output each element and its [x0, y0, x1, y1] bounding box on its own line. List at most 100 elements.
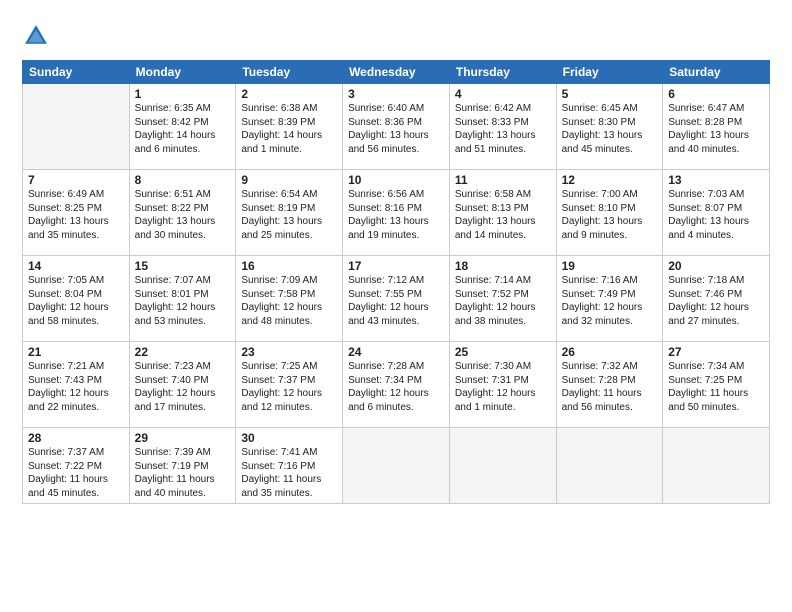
day-info: Sunrise: 7:00 AM Sunset: 8:10 PM Dayligh… — [562, 188, 658, 242]
day-info: Sunrise: 7:28 AM Sunset: 7:34 PM Dayligh… — [348, 360, 444, 414]
calendar-cell — [556, 428, 663, 504]
day-info: Sunrise: 6:49 AM Sunset: 8:25 PM Dayligh… — [28, 188, 124, 242]
day-info: Sunrise: 7:07 AM Sunset: 8:01 PM Dayligh… — [135, 274, 231, 328]
day-number: 4 — [455, 87, 551, 101]
day-info: Sunrise: 7:30 AM Sunset: 7:31 PM Dayligh… — [455, 360, 551, 414]
calendar-cell — [449, 428, 556, 504]
day-info: Sunrise: 7:21 AM Sunset: 7:43 PM Dayligh… — [28, 360, 124, 414]
day-info: Sunrise: 6:51 AM Sunset: 8:22 PM Dayligh… — [135, 188, 231, 242]
day-number: 19 — [562, 259, 658, 273]
day-info: Sunrise: 6:40 AM Sunset: 8:36 PM Dayligh… — [348, 102, 444, 156]
weekday-header-tuesday: Tuesday — [236, 61, 343, 84]
day-info: Sunrise: 6:38 AM Sunset: 8:39 PM Dayligh… — [241, 102, 337, 156]
day-info: Sunrise: 6:47 AM Sunset: 8:28 PM Dayligh… — [668, 102, 764, 156]
week-row-2: 7Sunrise: 6:49 AM Sunset: 8:25 PM Daylig… — [23, 170, 770, 256]
day-info: Sunrise: 6:58 AM Sunset: 8:13 PM Dayligh… — [455, 188, 551, 242]
day-number: 5 — [562, 87, 658, 101]
calendar-cell: 2Sunrise: 6:38 AM Sunset: 8:39 PM Daylig… — [236, 84, 343, 170]
calendar-cell: 12Sunrise: 7:00 AM Sunset: 8:10 PM Dayli… — [556, 170, 663, 256]
calendar-cell: 20Sunrise: 7:18 AM Sunset: 7:46 PM Dayli… — [663, 256, 770, 342]
day-number: 15 — [135, 259, 231, 273]
day-number: 11 — [455, 173, 551, 187]
calendar-cell: 9Sunrise: 6:54 AM Sunset: 8:19 PM Daylig… — [236, 170, 343, 256]
day-number: 16 — [241, 259, 337, 273]
week-row-4: 21Sunrise: 7:21 AM Sunset: 7:43 PM Dayli… — [23, 342, 770, 428]
weekday-header-saturday: Saturday — [663, 61, 770, 84]
calendar-cell — [663, 428, 770, 504]
calendar-cell: 5Sunrise: 6:45 AM Sunset: 8:30 PM Daylig… — [556, 84, 663, 170]
weekday-header-thursday: Thursday — [449, 61, 556, 84]
day-number: 26 — [562, 345, 658, 359]
day-number: 3 — [348, 87, 444, 101]
calendar-cell: 14Sunrise: 7:05 AM Sunset: 8:04 PM Dayli… — [23, 256, 130, 342]
day-info: Sunrise: 7:03 AM Sunset: 8:07 PM Dayligh… — [668, 188, 764, 242]
calendar-cell: 25Sunrise: 7:30 AM Sunset: 7:31 PM Dayli… — [449, 342, 556, 428]
logo — [22, 22, 54, 50]
day-number: 14 — [28, 259, 124, 273]
day-info: Sunrise: 7:18 AM Sunset: 7:46 PM Dayligh… — [668, 274, 764, 328]
day-info: Sunrise: 6:45 AM Sunset: 8:30 PM Dayligh… — [562, 102, 658, 156]
day-info: Sunrise: 7:25 AM Sunset: 7:37 PM Dayligh… — [241, 360, 337, 414]
calendar-cell: 3Sunrise: 6:40 AM Sunset: 8:36 PM Daylig… — [343, 84, 450, 170]
week-row-5: 28Sunrise: 7:37 AM Sunset: 7:22 PM Dayli… — [23, 428, 770, 504]
day-info: Sunrise: 7:41 AM Sunset: 7:16 PM Dayligh… — [241, 446, 337, 500]
day-number: 27 — [668, 345, 764, 359]
day-number: 30 — [241, 431, 337, 445]
calendar-cell: 29Sunrise: 7:39 AM Sunset: 7:19 PM Dayli… — [129, 428, 236, 504]
day-number: 25 — [455, 345, 551, 359]
header — [22, 18, 770, 50]
calendar-cell: 1Sunrise: 6:35 AM Sunset: 8:42 PM Daylig… — [129, 84, 236, 170]
week-row-1: 1Sunrise: 6:35 AM Sunset: 8:42 PM Daylig… — [23, 84, 770, 170]
day-info: Sunrise: 7:32 AM Sunset: 7:28 PM Dayligh… — [562, 360, 658, 414]
day-number: 6 — [668, 87, 764, 101]
day-number: 7 — [28, 173, 124, 187]
day-info: Sunrise: 7:37 AM Sunset: 7:22 PM Dayligh… — [28, 446, 124, 500]
day-info: Sunrise: 7:09 AM Sunset: 7:58 PM Dayligh… — [241, 274, 337, 328]
day-number: 23 — [241, 345, 337, 359]
day-info: Sunrise: 7:05 AM Sunset: 8:04 PM Dayligh… — [28, 274, 124, 328]
calendar-cell: 23Sunrise: 7:25 AM Sunset: 7:37 PM Dayli… — [236, 342, 343, 428]
weekday-header-sunday: Sunday — [23, 61, 130, 84]
day-number: 10 — [348, 173, 444, 187]
calendar-cell: 18Sunrise: 7:14 AM Sunset: 7:52 PM Dayli… — [449, 256, 556, 342]
day-number: 12 — [562, 173, 658, 187]
logo-icon — [22, 22, 50, 50]
calendar-cell: 21Sunrise: 7:21 AM Sunset: 7:43 PM Dayli… — [23, 342, 130, 428]
day-number: 28 — [28, 431, 124, 445]
weekday-header-row: SundayMondayTuesdayWednesdayThursdayFrid… — [23, 61, 770, 84]
day-number: 9 — [241, 173, 337, 187]
day-info: Sunrise: 7:14 AM Sunset: 7:52 PM Dayligh… — [455, 274, 551, 328]
calendar-cell: 8Sunrise: 6:51 AM Sunset: 8:22 PM Daylig… — [129, 170, 236, 256]
day-info: Sunrise: 7:23 AM Sunset: 7:40 PM Dayligh… — [135, 360, 231, 414]
calendar-cell — [343, 428, 450, 504]
calendar-cell: 10Sunrise: 6:56 AM Sunset: 8:16 PM Dayli… — [343, 170, 450, 256]
day-info: Sunrise: 7:34 AM Sunset: 7:25 PM Dayligh… — [668, 360, 764, 414]
page: SundayMondayTuesdayWednesdayThursdayFrid… — [0, 0, 792, 612]
day-info: Sunrise: 6:42 AM Sunset: 8:33 PM Dayligh… — [455, 102, 551, 156]
calendar-cell: 11Sunrise: 6:58 AM Sunset: 8:13 PM Dayli… — [449, 170, 556, 256]
week-row-3: 14Sunrise: 7:05 AM Sunset: 8:04 PM Dayli… — [23, 256, 770, 342]
calendar-cell: 26Sunrise: 7:32 AM Sunset: 7:28 PM Dayli… — [556, 342, 663, 428]
day-info: Sunrise: 7:39 AM Sunset: 7:19 PM Dayligh… — [135, 446, 231, 500]
day-number: 29 — [135, 431, 231, 445]
day-number: 21 — [28, 345, 124, 359]
weekday-header-wednesday: Wednesday — [343, 61, 450, 84]
calendar-cell: 16Sunrise: 7:09 AM Sunset: 7:58 PM Dayli… — [236, 256, 343, 342]
calendar-table: SundayMondayTuesdayWednesdayThursdayFrid… — [22, 60, 770, 504]
day-info: Sunrise: 6:54 AM Sunset: 8:19 PM Dayligh… — [241, 188, 337, 242]
day-number: 13 — [668, 173, 764, 187]
day-number: 8 — [135, 173, 231, 187]
calendar-cell: 17Sunrise: 7:12 AM Sunset: 7:55 PM Dayli… — [343, 256, 450, 342]
weekday-header-friday: Friday — [556, 61, 663, 84]
calendar-cell: 4Sunrise: 6:42 AM Sunset: 8:33 PM Daylig… — [449, 84, 556, 170]
calendar-cell: 30Sunrise: 7:41 AM Sunset: 7:16 PM Dayli… — [236, 428, 343, 504]
calendar-cell: 19Sunrise: 7:16 AM Sunset: 7:49 PM Dayli… — [556, 256, 663, 342]
day-number: 24 — [348, 345, 444, 359]
calendar-cell: 28Sunrise: 7:37 AM Sunset: 7:22 PM Dayli… — [23, 428, 130, 504]
weekday-header-monday: Monday — [129, 61, 236, 84]
day-info: Sunrise: 7:12 AM Sunset: 7:55 PM Dayligh… — [348, 274, 444, 328]
calendar-cell: 7Sunrise: 6:49 AM Sunset: 8:25 PM Daylig… — [23, 170, 130, 256]
day-number: 1 — [135, 87, 231, 101]
day-number: 2 — [241, 87, 337, 101]
calendar-cell: 13Sunrise: 7:03 AM Sunset: 8:07 PM Dayli… — [663, 170, 770, 256]
